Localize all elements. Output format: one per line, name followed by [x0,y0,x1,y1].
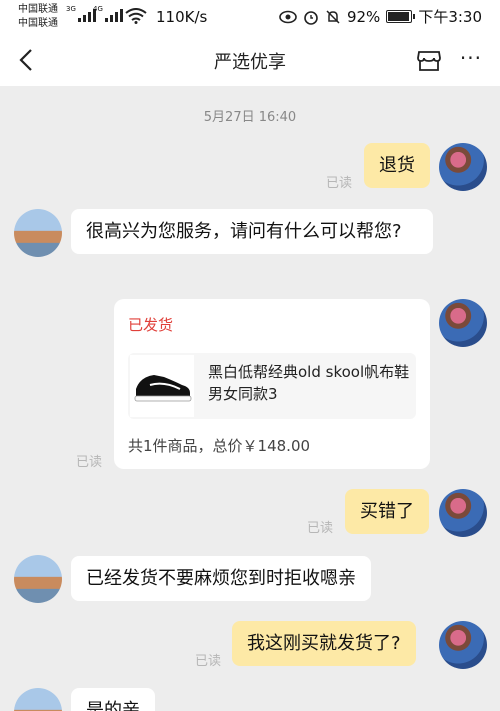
product-name: 黑白低帮经典old skool帆布鞋男女同款3 [208,363,410,403]
order-product[interactable]: 黑白低帮经典old skool帆布鞋男女同款3 [128,353,416,419]
order-card[interactable]: 已发货 黑白低帮经典old skool帆布鞋男女同款3 共1件商品，总价￥148… [114,299,430,469]
alarm-icon [304,10,318,25]
network-speed: 110K/s [156,8,208,26]
message-bubble-incoming[interactable]: 很高兴为您服务，请问有什么可以帮您? [71,209,433,254]
message-bubble-outgoing[interactable]: 我这刚买就发货了? [232,621,416,666]
network-type-2: 4G [93,5,103,13]
order-summary: 共1件商品，总价￥148.00 [128,437,311,455]
network-type-1: 3G [66,5,76,13]
message-bubble-outgoing[interactable]: 退货 [364,143,430,188]
battery-percent: 92% [346,7,381,26]
read-receipt: 已读 [76,455,103,470]
message-bubble-outgoing[interactable]: 买错了 [345,489,429,534]
status-bar: 中国联通 中国联通 3G 4G 110K/s 92% 下午3:30 [0,0,500,34]
battery-icon [386,10,416,23]
carrier-2: 中国联通 [18,18,58,29]
eye-icon [279,10,297,23]
wifi-icon [125,8,147,24]
read-receipt: 已读 [326,176,353,191]
shoe-image [130,355,194,417]
read-receipt: 已读 [195,654,222,669]
shop-avatar[interactable] [14,209,62,257]
message-bubble-incoming[interactable]: 是的亲 [71,688,155,711]
clock: 下午3:30 [418,8,482,26]
order-status: 已发货 [128,316,174,334]
chat-timestamp: 5月27日 16:40 [203,110,297,125]
signal-icon: 4G [93,5,123,22]
nav-bar: 严选优享 ··· [0,34,500,86]
more-icon[interactable]: ··· [460,46,482,70]
store-icon[interactable] [416,48,442,72]
carrier-1: 中国联通 [18,4,58,15]
user-avatar[interactable] [439,489,487,537]
shop-avatar[interactable] [14,555,62,603]
user-avatar[interactable] [439,621,487,669]
shop-avatar[interactable] [14,688,62,711]
read-receipt: 已读 [307,521,334,536]
user-avatar[interactable] [439,299,487,347]
mute-bell-icon [326,9,340,24]
user-avatar[interactable] [439,143,487,191]
message-bubble-incoming[interactable]: 已经发货不要麻烦您到时拒收嗯亲 [71,556,371,601]
